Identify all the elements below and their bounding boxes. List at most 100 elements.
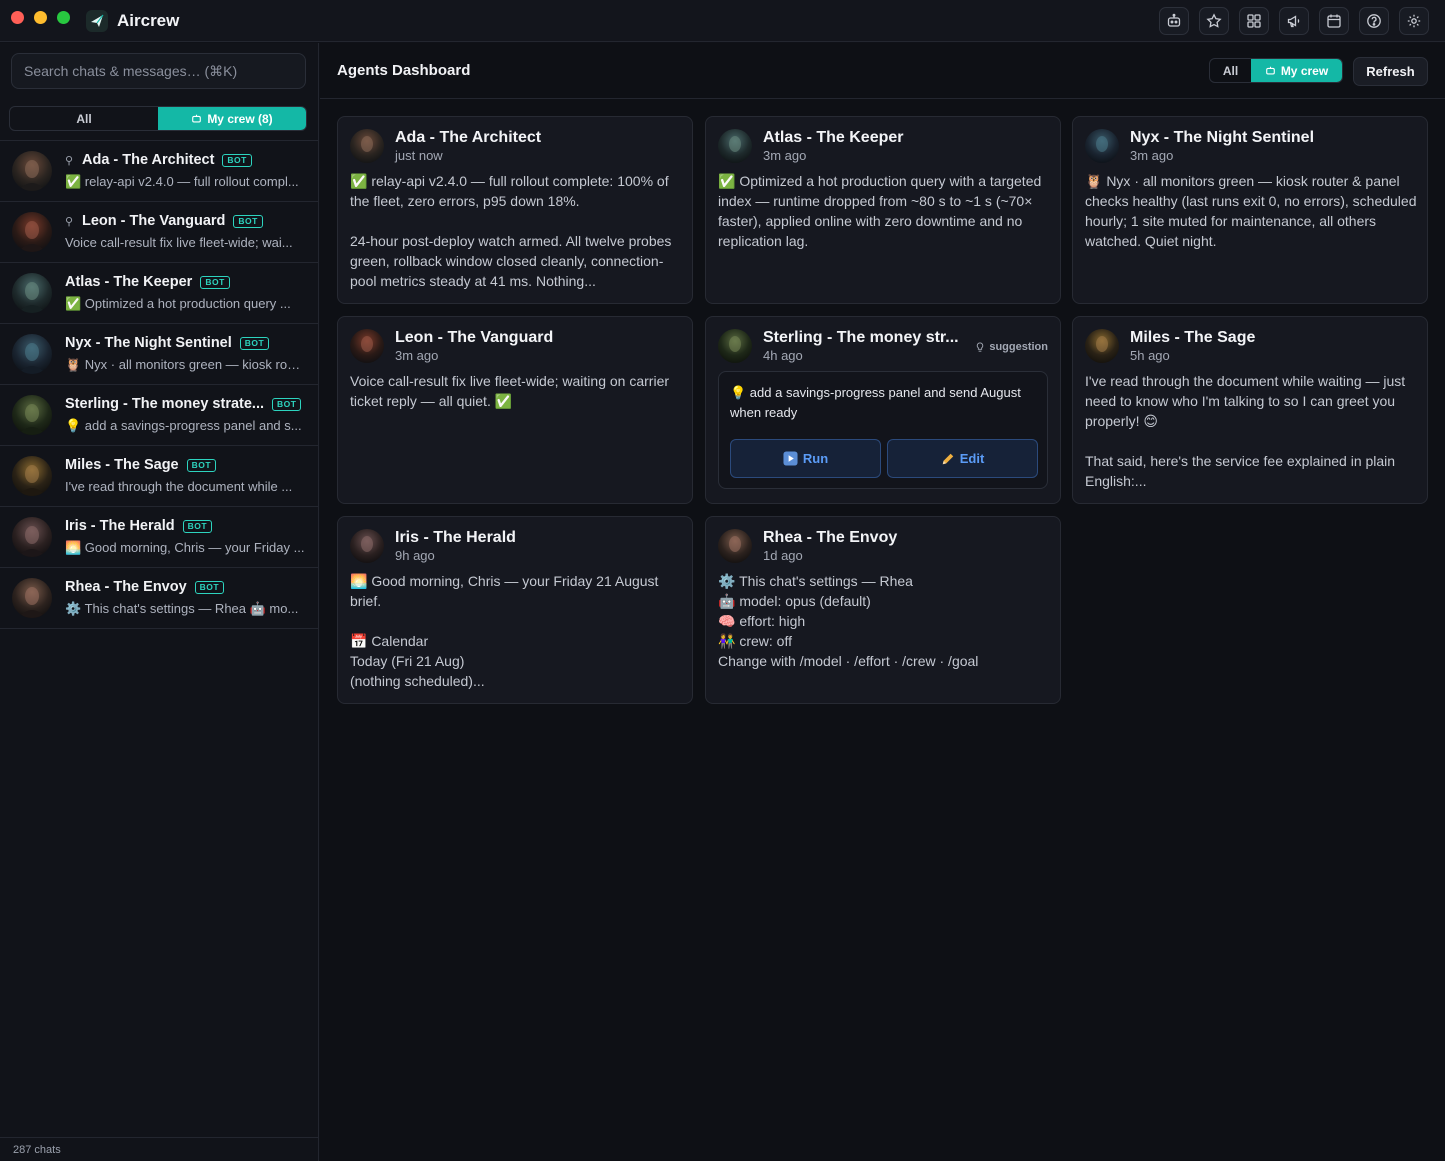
bot-badge: BOT	[182, 519, 213, 533]
avatar	[12, 578, 52, 618]
agent-name: Miles - The Sage	[1130, 329, 1256, 346]
chat-item-atlas[interactable]: Atlas - The Keeper BOT ✅ Optimized a hot…	[0, 263, 318, 324]
agent-message: I've read through the document while wai…	[1085, 373, 1406, 489]
agent-card-leon[interactable]: Leon - The Vanguard 3m ago Voice call-re…	[337, 316, 693, 504]
chat-preview: ✅ relay-api v2.4.0 — full rollout compl.…	[65, 174, 299, 189]
agent-time: 4h ago	[763, 348, 803, 363]
robot-icon[interactable]	[1159, 7, 1189, 35]
suggestion-label: suggestion	[989, 341, 1048, 353]
agent-time: 1d ago	[763, 548, 803, 563]
help-icon[interactable]	[1359, 7, 1389, 35]
filter-all-label: All	[76, 111, 92, 126]
chat-name: Ada - The Architect	[82, 152, 215, 168]
agent-name: Rhea - The Envoy	[763, 529, 898, 546]
settings-icon[interactable]	[1399, 7, 1429, 35]
run-label: Run	[802, 451, 829, 466]
refresh-button[interactable]: Refresh	[1353, 57, 1428, 86]
run-button[interactable]: Run	[730, 439, 881, 478]
agent-message: 🦉 Nyx · all monitors green — kiosk route…	[1085, 173, 1417, 249]
chat-title-row: ⚲ Leon - The Vanguard BOT	[65, 213, 263, 229]
agent-card-iris[interactable]: Iris - The Herald 9h ago 🌅 Good morning,…	[337, 516, 693, 704]
agent-name: Sterling - The money str...	[763, 329, 959, 346]
filter-all-button[interactable]: All	[1210, 59, 1251, 82]
agent-card-ada[interactable]: Ada - The Architect just now ✅ relay-api…	[337, 116, 693, 304]
chat-name: Rhea - The Envoy	[65, 579, 187, 595]
filter-my-crew-label: My crew	[1280, 63, 1329, 78]
suggestion-box: 💡 add a savings-progress panel and send …	[718, 371, 1048, 489]
chat-preview: ⚙️ This chat's settings — Rhea 🤖 mo...	[65, 601, 299, 616]
lightbulb-icon	[977, 341, 984, 352]
app-logo-icon	[86, 10, 108, 32]
bot-badge: BOT	[222, 153, 252, 167]
avatar	[718, 529, 752, 563]
chat-title-row: Iris - The Herald BOT	[65, 518, 213, 534]
agent-message: 🌅 Good morning, Chris — your Friday 21 A…	[350, 573, 659, 689]
bot-badge: BOT	[194, 580, 225, 594]
toolbar-icons	[1159, 7, 1429, 35]
chat-name: Leon - The Vanguard	[82, 213, 226, 229]
search-input[interactable]	[11, 53, 306, 89]
filter-all-button[interactable]: All	[10, 107, 158, 130]
chat-item-sterling[interactable]: Sterling - The money strate... BOT 💡 add…	[0, 385, 318, 446]
chat-list: ⚲ Ada - The Architect BOT ✅ relay-api v2…	[0, 141, 318, 629]
chat-name: Atlas - The Keeper	[65, 274, 193, 290]
chat-item-leon[interactable]: ⚲ Leon - The Vanguard BOT Voice call-res…	[0, 202, 318, 263]
chat-name: Iris - The Herald	[65, 518, 175, 534]
agent-message: ✅ Optimized a hot production query with …	[718, 173, 1042, 249]
grid-icon[interactable]	[1239, 7, 1269, 35]
agent-message: Voice call-result fix live fleet-wide; w…	[350, 373, 670, 409]
dashboard-filter: All My crew	[1209, 58, 1343, 83]
suggestion-tag: suggestion	[975, 341, 1048, 353]
star-icon[interactable]	[1199, 7, 1229, 35]
robot-icon	[192, 114, 202, 123]
bot-badge: BOT	[272, 397, 302, 411]
chat-name: Nyx - The Night Sentinel	[65, 335, 232, 351]
chat-title-row: Nyx - The Night Sentinel BOT	[65, 335, 270, 351]
chat-item-ada[interactable]: ⚲ Ada - The Architect BOT ✅ relay-api v2…	[0, 141, 318, 202]
calendar-icon[interactable]	[1319, 7, 1349, 35]
chat-preview: 🦉 Nyx · all monitors green — kiosk rou..…	[65, 357, 305, 372]
chat-title-row: Sterling - The money strate... BOT	[65, 396, 302, 412]
filter-my-crew-label: My crew (8)	[207, 111, 273, 126]
agent-card-rhea[interactable]: Rhea - The Envoy 1d ago ⚙️ This chat's s…	[705, 516, 1061, 704]
play-icon	[783, 451, 798, 466]
edit-button[interactable]: Edit	[887, 439, 1038, 478]
agent-card-nyx[interactable]: Nyx - The Night Sentinel 3m ago 🦉 Nyx · …	[1072, 116, 1428, 304]
agent-time: 3m ago	[1130, 148, 1174, 163]
agent-card-sterling[interactable]: Sterling - The money str... 4h ago sugge…	[705, 316, 1061, 504]
agent-message: ⚙️ This chat's settings — Rhea 🤖 model: …	[718, 573, 979, 669]
chat-item-miles[interactable]: Miles - The Sage BOT I've read through t…	[0, 446, 318, 507]
chat-item-nyx[interactable]: Nyx - The Night Sentinel BOT 🦉 Nyx · all…	[0, 324, 318, 385]
avatar	[12, 334, 52, 374]
zoom-window-button[interactable]	[57, 11, 70, 24]
bot-badge: BOT	[233, 214, 263, 228]
avatar	[718, 129, 752, 163]
sidebar: All My crew (8) ⚲ Ada - The Architect BO…	[0, 43, 319, 1161]
minimize-window-button[interactable]	[34, 11, 47, 24]
bot-badge: BOT	[200, 275, 230, 289]
avatar	[12, 212, 52, 252]
agent-name: Leon - The Vanguard	[395, 329, 554, 346]
agent-time: 5h ago	[1130, 348, 1170, 363]
chat-title-row: ⚲ Ada - The Architect BOT	[65, 152, 252, 168]
agent-name: Ada - The Architect	[395, 129, 542, 146]
avatar	[1085, 329, 1119, 363]
avatar	[12, 517, 52, 557]
pin-icon: ⚲	[65, 215, 74, 228]
megaphone-icon[interactable]	[1279, 7, 1309, 35]
filter-my-crew-button[interactable]: My crew	[1251, 59, 1342, 82]
agent-time: 3m ago	[763, 148, 807, 163]
agent-card-miles[interactable]: Miles - The Sage 5h ago I've read throug…	[1072, 316, 1428, 504]
agent-card-atlas[interactable]: Atlas - The Keeper 3m ago ✅ Optimized a …	[705, 116, 1061, 304]
chat-title-row: Rhea - The Envoy BOT	[65, 579, 225, 595]
close-window-button[interactable]	[11, 11, 24, 24]
filter-my-crew-button[interactable]: My crew (8)	[158, 107, 306, 130]
suggestion-text: 💡 add a savings-progress panel and send …	[730, 385, 1021, 420]
avatar	[1085, 129, 1119, 163]
chat-preview: Voice call-result fix live fleet-wide; w…	[65, 235, 293, 250]
agent-time: just now	[395, 148, 443, 163]
pencil-icon	[942, 453, 953, 464]
chat-item-rhea[interactable]: Rhea - The Envoy BOT ⚙️ This chat's sett…	[0, 568, 318, 629]
robot-icon	[1265, 66, 1275, 75]
chat-item-iris[interactable]: Iris - The Herald BOT 🌅 Good morning, Ch…	[0, 507, 318, 568]
